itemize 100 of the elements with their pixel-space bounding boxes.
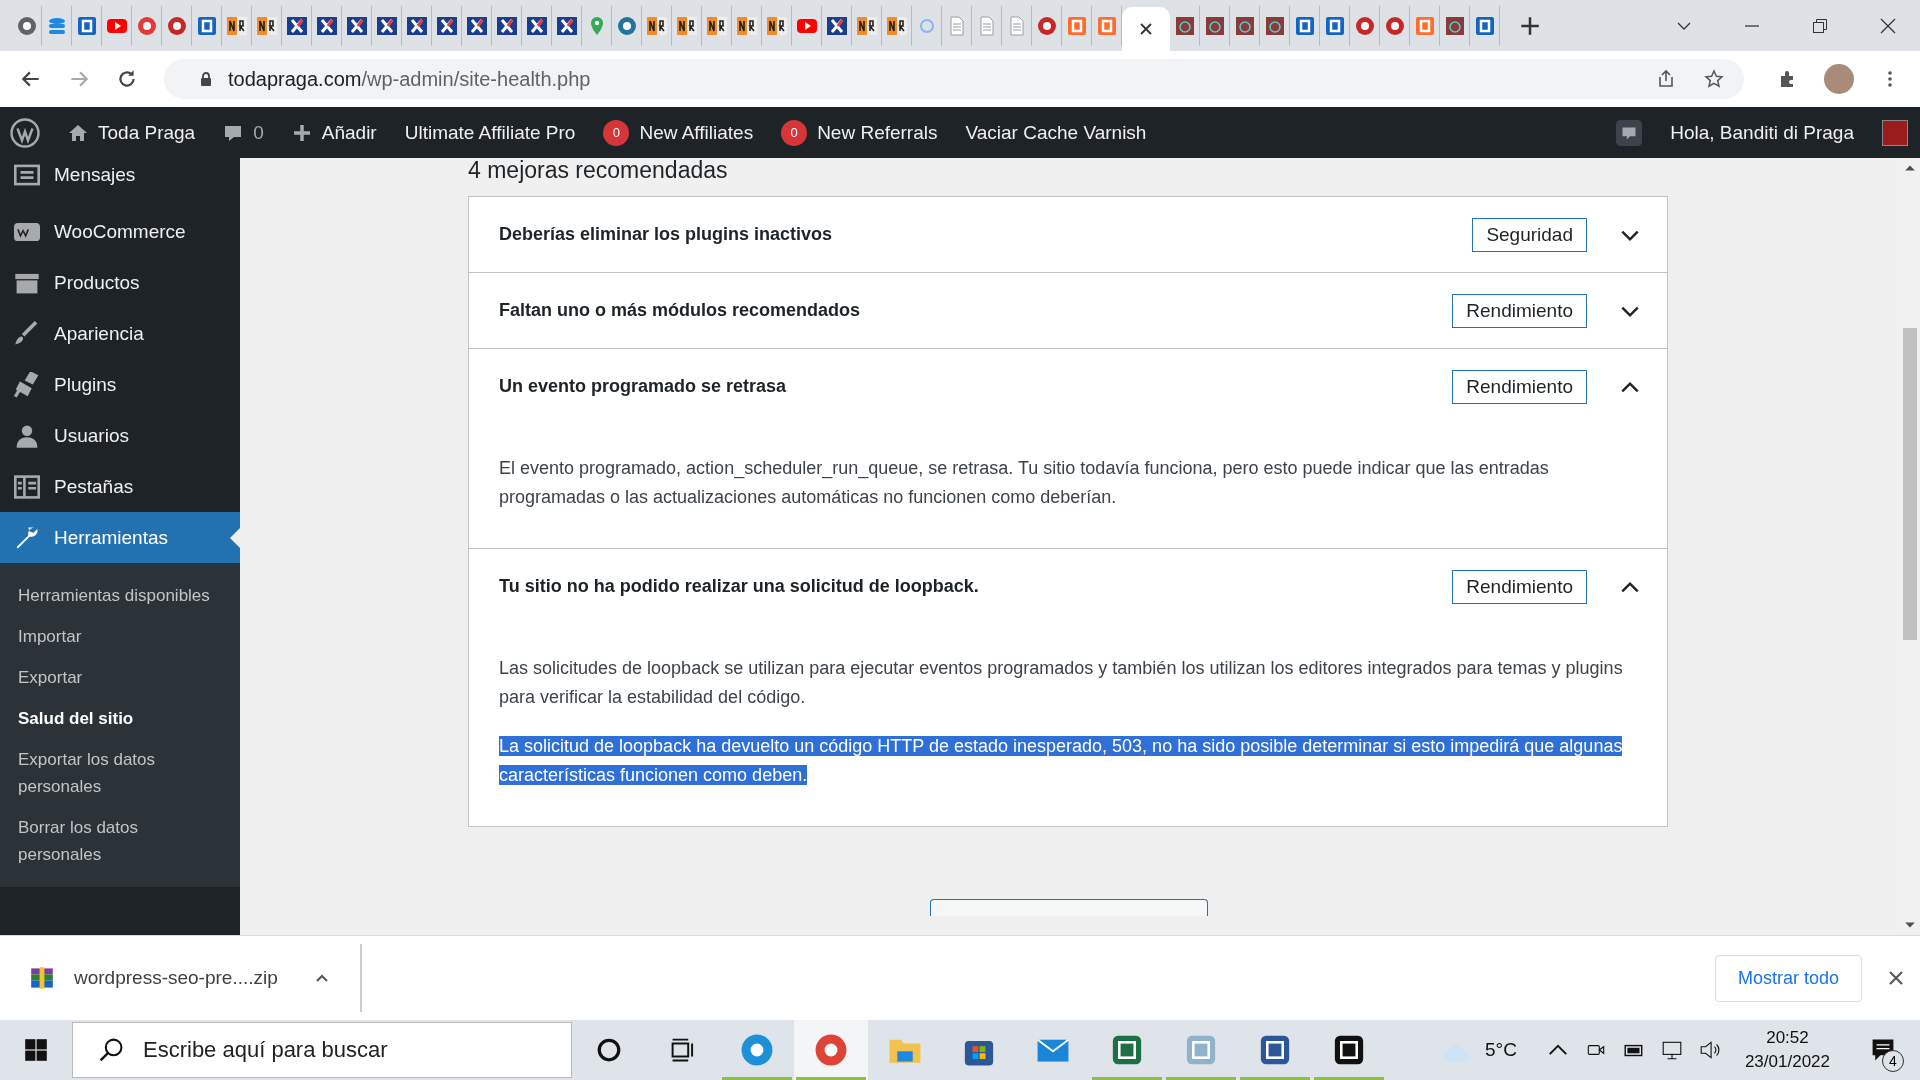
split-logo-icon: [256, 15, 277, 36]
plus-icon: [291, 122, 312, 143]
issue-header[interactable]: Tu sitio no ha podido realizar una solicitud de loopback. Rendimiento: [469, 549, 1667, 624]
issue-description: La solicitud de loopback ha devuelto un código HTTP de estado inesperado, 503, no ha sido posible determinar si esto impedirá que algunas características funcionen como deben.: [499, 735, 1624, 787]
new-link[interactable]: Añadir: [291, 121, 377, 144]
browser-tab[interactable]: [1122, 7, 1170, 51]
comments-link[interactable]: 0: [223, 121, 264, 144]
file-name[interactable]: wordpress-seo-pre....zip: [74, 967, 278, 989]
speaker-icon[interactable]: [1698, 1039, 1721, 1061]
round-logo-icon: [136, 15, 157, 36]
submenu-item[interactable]: Borrar los datos personales: [0, 807, 240, 875]
clock[interactable]: 20:52 23/01/2022: [1744, 1020, 1830, 1080]
show-all-button[interactable]: Mostrar todo: [1714, 954, 1862, 1002]
picture-icon: [1174, 15, 1195, 36]
notification-icon[interactable]: [1616, 119, 1643, 146]
submenu-item[interactable]: Exportar los datos personales: [0, 739, 240, 807]
wordpress-logo-icon[interactable]: [10, 117, 40, 148]
sidebar-item[interactable]: Usuarios: [0, 410, 240, 461]
submenu-item[interactable]: Salud del sitio: [0, 698, 240, 739]
site-name[interactable]: Toda Praga: [98, 121, 196, 144]
issue-header[interactable]: Faltan uno o más módulos recomendados Rendimiento: [469, 273, 1667, 348]
split-logo-icon: [886, 15, 907, 36]
issue-header[interactable]: Deberías eliminar los plugins inactivos Seguridad: [469, 197, 1667, 272]
brush-icon: [14, 320, 40, 347]
cross-logo-icon: [496, 15, 517, 36]
split-logo-icon: [226, 15, 247, 36]
submenu-item[interactable]: Exportar: [0, 657, 240, 698]
comment-count[interactable]: 0: [253, 121, 264, 144]
restore-icon[interactable]: [1812, 17, 1828, 34]
picture-icon: [1264, 15, 1285, 36]
cortana-icon[interactable]: [596, 1037, 622, 1063]
wrench-icon: [14, 524, 40, 551]
round-logo-icon: [1384, 15, 1405, 36]
sidebar-item[interactable]: Plugins: [0, 359, 240, 410]
profile-avatar[interactable]: [1824, 64, 1854, 94]
admin-bar-link[interactable]: 0 New Affiliates: [603, 119, 754, 146]
admin-bar-label[interactable]: New Affiliates: [639, 121, 754, 144]
admin-bar-link[interactable]: Ultimate Affiliate Pro: [404, 121, 576, 144]
share-icon[interactable]: [1656, 69, 1676, 89]
issue-header[interactable]: Un evento programado se retrasa Rendimiento: [469, 349, 1667, 424]
network-icon[interactable]: [1660, 1039, 1683, 1061]
submenu-item[interactable]: Herramientas disponibles: [0, 575, 240, 616]
square-logo-icon: [76, 15, 97, 36]
close-icon[interactable]: [1138, 21, 1154, 37]
edge-app-icon: [739, 1032, 775, 1068]
square-logo-icon: [1324, 15, 1345, 36]
square-logo-icon: [1414, 15, 1435, 36]
sidebar-item[interactable]: Pestañas: [0, 461, 240, 512]
submenu-item[interactable]: Importar: [0, 616, 240, 657]
user-avatar[interactable]: [1882, 119, 1908, 146]
picture-icon: [1204, 15, 1225, 36]
reload-icon[interactable]: [116, 68, 138, 90]
close-icon[interactable]: [1880, 17, 1896, 34]
site-link[interactable]: Toda Praga: [68, 121, 196, 144]
split-logo-icon: [706, 15, 727, 36]
greeting-link[interactable]: Hola, Banditi di Praga: [1670, 121, 1854, 144]
star-icon[interactable]: [1704, 69, 1724, 89]
admin-bar-label[interactable]: New Referrals: [817, 121, 938, 144]
scrollbar-thumb[interactable]: [1903, 328, 1917, 640]
cross-logo-icon: [346, 15, 367, 36]
columns-icon: [14, 473, 40, 500]
cross-logo-icon: [526, 15, 547, 36]
address-field[interactable]: todapraga.com/wp-admin/site-health.php: [164, 59, 1744, 99]
picture-icon: [1444, 15, 1465, 36]
lock-icon: [198, 71, 214, 87]
square-logo-icon: [196, 15, 217, 36]
cross-logo-icon: [556, 15, 577, 36]
category-tag: Seguridad: [1472, 217, 1587, 252]
notification-center-button[interactable]: 4: [1860, 1020, 1906, 1080]
issue-description: El evento programado, action_scheduler_run_queue, se retrasa. Tu sitio todavía funciona, pero esto puede indicar que las entradas programadas o las actualizaciones automáticas no funcionen como deberían.: [499, 457, 1550, 509]
inbox-icon: [14, 162, 40, 188]
windows-start-icon[interactable]: [24, 1038, 48, 1062]
sidebar-item[interactable]: WooCommerce: [0, 206, 240, 257]
new-tab-icon[interactable]: [1520, 15, 1540, 36]
sidebar-item[interactable]: Apariencia: [0, 308, 240, 359]
round-logo-icon: [1036, 15, 1057, 36]
cross-logo-icon: [826, 15, 847, 36]
sidebar-item[interactable]: Productos: [0, 257, 240, 308]
issue-title: Tu sitio no ha podido realizar una solicitud de loopback.: [499, 576, 980, 597]
close-icon[interactable]: [1888, 970, 1904, 986]
cross-logo-icon: [466, 15, 487, 36]
sidebar-item[interactable]: Mensajes: [0, 158, 240, 192]
taskbar-search-field[interactable]: Escribe aquí para buscar: [72, 1022, 572, 1078]
admin-bar-link[interactable]: 0 New Referrals: [781, 119, 938, 146]
new-label[interactable]: Añadir: [321, 121, 377, 144]
round-logo-icon: [16, 15, 37, 36]
count-badge: 0: [603, 119, 630, 146]
stack-icon: [46, 15, 67, 36]
admin-bar-link[interactable]: Vaciar Cache Varnish: [965, 121, 1147, 144]
sidebar-item[interactable]: Herramientas: [0, 512, 240, 563]
task-view-icon[interactable]: [670, 1037, 696, 1063]
category-tag: Rendimiento: [1452, 369, 1587, 404]
temperature[interactable]: 5°C: [1485, 1039, 1517, 1061]
home-icon: [68, 122, 88, 143]
split-logo-icon: [856, 15, 877, 36]
chrome-app-icon: [813, 1032, 849, 1068]
notification-count: 4: [1882, 1050, 1904, 1072]
category-tag: Rendimiento: [1452, 293, 1587, 328]
download-item[interactable]: wordpress-seo-pre....zip: [30, 944, 362, 1012]
issue-title: Deberías eliminar los plugins inactivos: [499, 224, 834, 245]
